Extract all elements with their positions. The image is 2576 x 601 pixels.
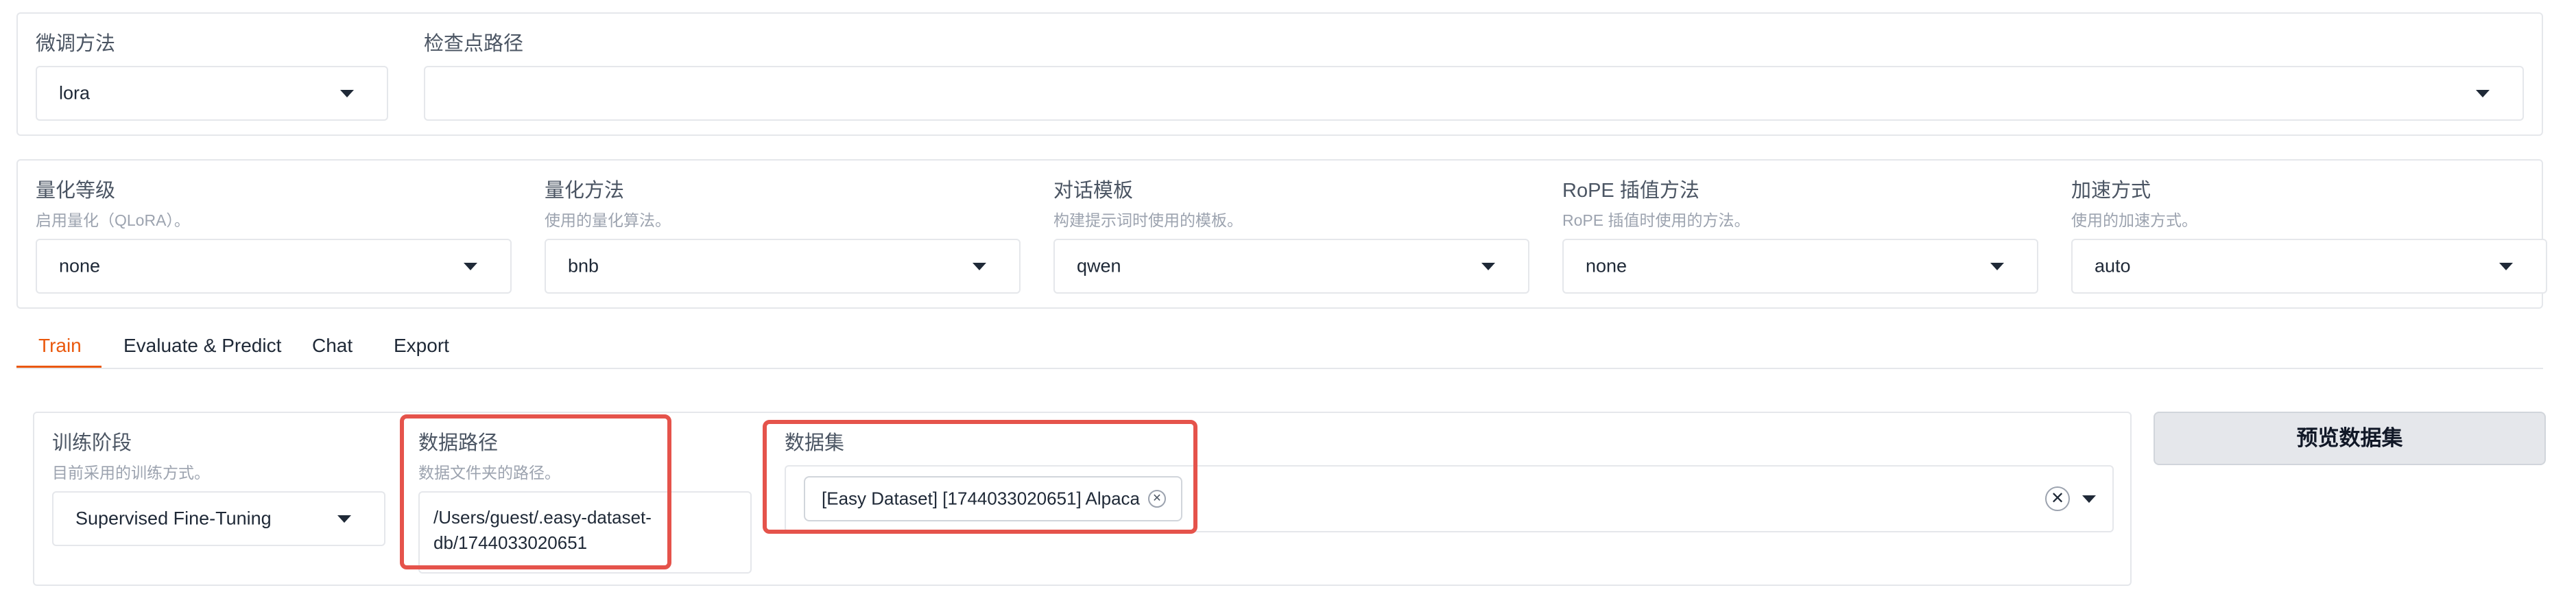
booster-dropdown[interactable]: auto — [2071, 239, 2547, 294]
close-icon[interactable]: ✕ — [1148, 490, 1166, 508]
quantization-bit-dropdown[interactable]: none — [36, 239, 512, 294]
finetune-method-dropdown[interactable]: lora — [36, 66, 388, 121]
dataset-label: 数据集 — [785, 432, 845, 454]
tab-chat[interactable]: Chat — [312, 335, 353, 357]
chevron-down-icon — [1990, 263, 2004, 270]
dataset-dir-value: /Users/guest/.easy-dataset-db/1744033020… — [433, 507, 652, 553]
dataset-multiselect[interactable]: [Easy Dataset] [1744033020651] Alpaca ✕ … — [785, 465, 2114, 532]
chevron-down-icon — [337, 515, 351, 523]
finetune-method-label: 微调方法 — [36, 33, 116, 55]
tab-export[interactable]: Export — [394, 335, 449, 357]
template-info: 构建提示词时使用的模板。 — [1053, 211, 1243, 229]
booster-label: 加速方式 — [2071, 180, 2151, 202]
chevron-down-icon — [2082, 495, 2096, 503]
chevron-down-icon — [2476, 90, 2490, 97]
clear-selection-icon[interactable]: ✕ — [2045, 486, 2070, 511]
finetune-method-value: lora — [59, 82, 91, 104]
training-stage-label: 训练阶段 — [52, 432, 132, 454]
rope-scaling-info: RoPE 插值时使用的方法。 — [1562, 211, 1750, 229]
quantization-method-label: 量化方法 — [545, 180, 625, 202]
quantization-bit-value: none — [59, 255, 101, 276]
rope-scaling-dropdown[interactable]: none — [1562, 239, 2038, 294]
booster-value: auto — [2095, 255, 2131, 276]
quantization-method-value: bnb — [568, 255, 599, 276]
chevron-down-icon — [1481, 263, 1495, 270]
chevron-down-icon — [973, 263, 986, 270]
dataset-chip: [Easy Dataset] [1744033020651] Alpaca ✕ — [804, 476, 1182, 521]
advanced-settings-panel: 量化等级 启用量化（QLoRA）。 none 量化方法 使用的量化算法。 bnb… — [16, 159, 2547, 309]
booster-info: 使用的加速方式。 — [2071, 211, 2197, 229]
template-value: qwen — [1077, 255, 1121, 276]
dataset-dir-input[interactable]: /Users/guest/.easy-dataset-db/1744033020… — [418, 491, 752, 574]
quantization-bit-info: 启用量化（QLoRA）。 — [36, 211, 190, 229]
training-stage-dropdown[interactable]: Supervised Fine-Tuning — [52, 491, 385, 546]
tab-train[interactable]: Train — [38, 335, 82, 357]
rope-scaling-label: RoPE 插值方法 — [1562, 180, 1700, 202]
dataset-dir-info: 数据文件夹的路径。 — [418, 464, 560, 482]
quantization-bit-label: 量化等级 — [36, 180, 116, 202]
training-stage-value: Supervised Fine-Tuning — [75, 508, 272, 529]
checkpoint-path-label: 检查点路径 — [424, 33, 524, 55]
template-dropdown[interactable]: qwen — [1053, 239, 1529, 294]
chevron-down-icon — [464, 263, 477, 270]
train-data-panel: 训练阶段 目前采用的训练方式。 Supervised Fine-Tuning 数… — [33, 412, 2132, 586]
chevron-down-icon — [2499, 263, 2513, 270]
quantization-method-info: 使用的量化算法。 — [545, 211, 671, 229]
dataset-chip-label: [Easy Dataset] [1744033020651] Alpaca — [822, 488, 1141, 509]
tab-divider — [16, 368, 2543, 369]
top-settings-panel: 微调方法 lora 检查点路径 — [16, 12, 2543, 136]
quantization-method-dropdown[interactable]: bnb — [545, 239, 1021, 294]
preview-dataset-button[interactable]: 预览数据集 — [2154, 412, 2546, 465]
training-stage-info: 目前采用的训练方式。 — [52, 464, 210, 482]
dataset-dir-label: 数据路径 — [418, 432, 499, 454]
chevron-down-icon — [340, 90, 354, 97]
tab-evaluate-predict[interactable]: Evaluate & Predict — [123, 335, 281, 357]
template-label: 对话模板 — [1053, 180, 1134, 202]
checkpoint-path-dropdown[interactable] — [424, 66, 2524, 121]
rope-scaling-value: none — [1586, 255, 1627, 276]
